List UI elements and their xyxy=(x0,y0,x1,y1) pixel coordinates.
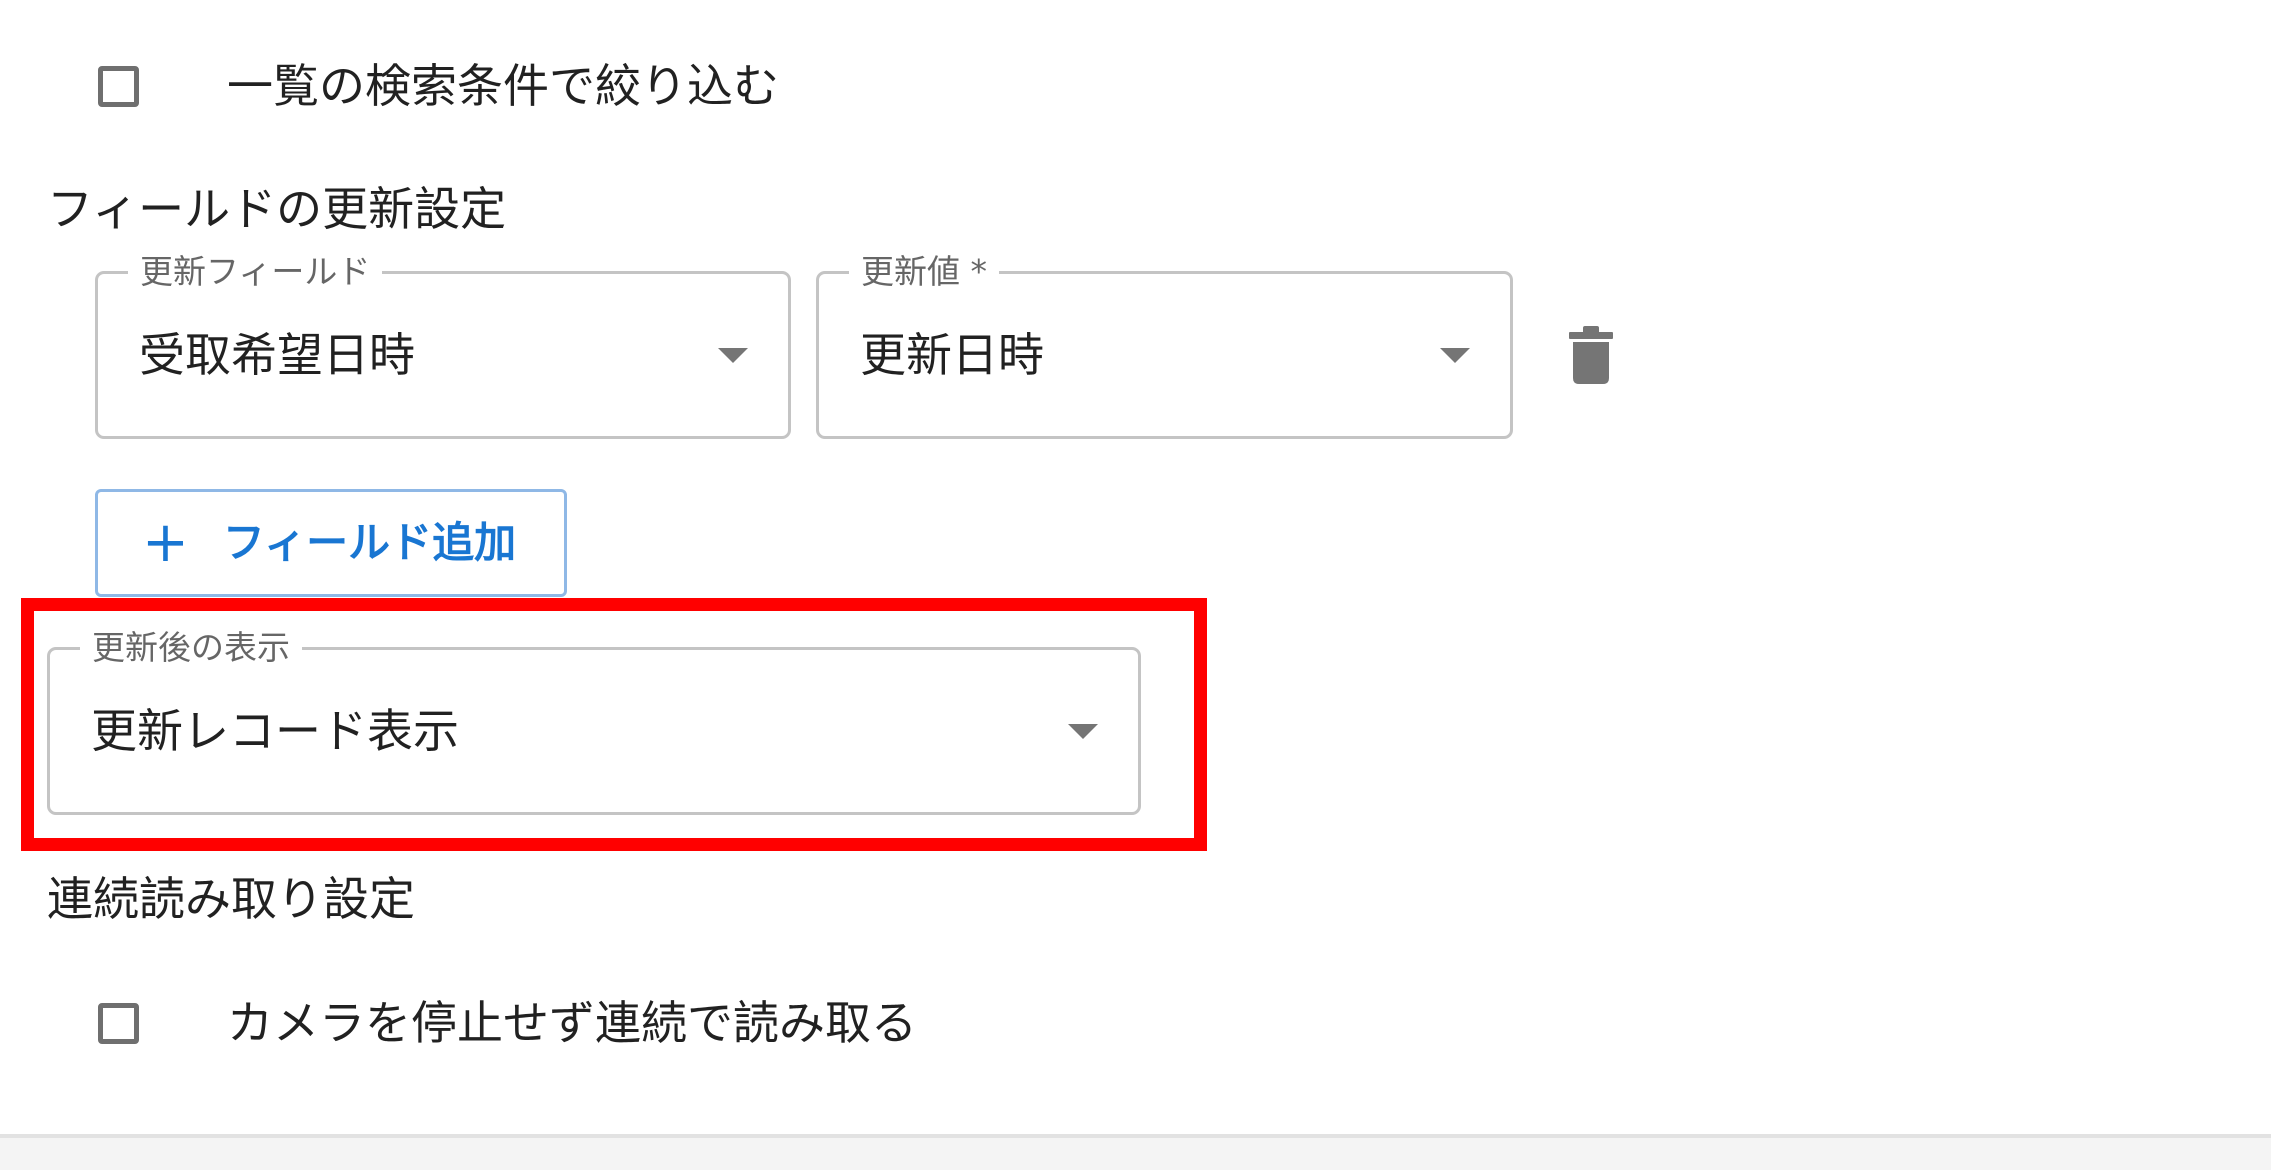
field-update-settings-heading: フィールドの更新設定 xyxy=(47,182,507,236)
filter-by-list-search-label: 一覧の検索条件で絞り込む xyxy=(227,59,779,113)
trash-icon xyxy=(1569,326,1613,384)
dropdown-arrow-icon xyxy=(1440,348,1470,363)
continuous-read-checkbox[interactable] xyxy=(98,1002,139,1044)
update-value-value: 更新日時 xyxy=(860,328,1044,382)
after-update-display-label: 更新後の表示 xyxy=(80,628,302,668)
dropdown-arrow-icon xyxy=(1068,724,1098,739)
update-field-label: 更新フィールド xyxy=(128,252,383,292)
after-update-display-select[interactable]: 更新後の表示 更新レコード表示 xyxy=(47,628,1141,815)
dropdown-arrow-icon xyxy=(718,348,748,363)
filter-by-list-search-checkbox[interactable] xyxy=(98,65,139,107)
update-value-select[interactable]: 更新値 * 更新日時 xyxy=(816,252,1513,439)
continuous-read-checkbox-row[interactable]: カメラを停止せず連続で読み取る xyxy=(98,995,917,1051)
delete-row-button[interactable] xyxy=(1569,325,1613,385)
after-update-display-value: 更新レコード表示 xyxy=(91,704,459,758)
update-field-value: 受取希望日時 xyxy=(139,328,415,382)
update-field-select[interactable]: 更新フィールド 受取希望日時 xyxy=(95,252,791,439)
continuous-read-settings-heading: 連続読み取り設定 xyxy=(47,872,415,926)
update-value-label: 更新値 * xyxy=(849,252,999,292)
plus-icon: + xyxy=(142,510,189,575)
add-field-button[interactable]: + フィールド追加 xyxy=(95,489,567,597)
filter-by-list-search-checkbox-row[interactable]: 一覧の検索条件で絞り込む xyxy=(98,58,779,114)
continuous-read-label: カメラを停止せず連続で読み取る xyxy=(227,996,917,1050)
footer-bar xyxy=(0,1134,2271,1170)
add-field-button-label: フィールド追加 xyxy=(222,518,517,567)
